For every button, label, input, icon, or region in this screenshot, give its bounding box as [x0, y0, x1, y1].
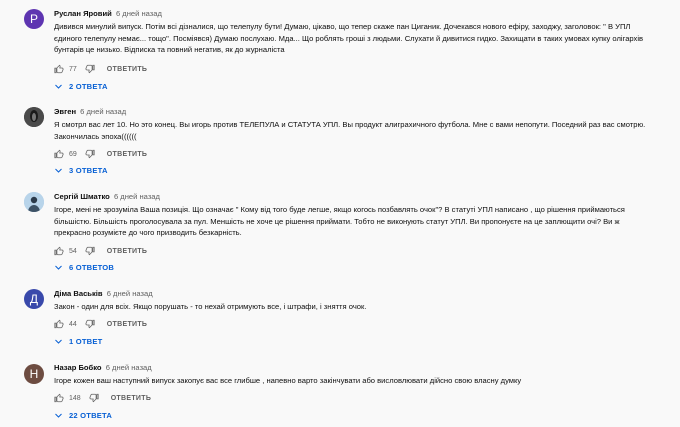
comment-actions: 77 ОТВЕТИТЬ — [54, 63, 147, 75]
thumbs-up-icon[interactable] — [54, 319, 64, 329]
view-replies-button[interactable]: 1 ОТВЕТ — [54, 335, 102, 347]
chevron-down-icon — [55, 413, 62, 418]
view-replies-button[interactable]: 2 ОТВЕТА — [54, 80, 108, 92]
like-count: 148 — [69, 394, 81, 402]
view-replies-button[interactable]: 3 ОТВЕТА — [54, 164, 108, 176]
comment-author[interactable]: Діма Васьків — [54, 289, 103, 298]
reply-button[interactable]: ОТВЕТИТЬ — [111, 395, 151, 402]
reply-button[interactable]: ОТВЕТИТЬ — [107, 321, 147, 328]
comment-body: Эвген 6 дней назад Я смотрл вас лет 10. … — [54, 106, 654, 142]
comment-body: Сергій Шматко 6 дней назад Ігоре, мені н… — [54, 191, 654, 239]
replies-label: 2 ОТВЕТА — [69, 81, 108, 91]
reply-button[interactable]: ОТВЕТИТЬ — [107, 151, 147, 158]
comment-author[interactable]: Сергій Шматко — [54, 192, 110, 201]
like-count: 54 — [69, 247, 77, 255]
like-count: 44 — [69, 320, 77, 328]
comment-author[interactable]: Назар Бобко — [54, 363, 102, 372]
thumbs-down-icon[interactable] — [85, 149, 95, 159]
like-count: 77 — [69, 65, 77, 73]
thumbs-up-icon[interactable] — [54, 246, 64, 256]
chevron-down-icon — [55, 265, 62, 270]
reply-button[interactable]: ОТВЕТИТЬ — [107, 66, 147, 73]
comment-header: Назар Бобко 6 дней назад — [54, 362, 654, 373]
replies-label: 3 ОТВЕТА — [69, 165, 108, 175]
avatar[interactable] — [24, 192, 44, 212]
comment-author[interactable]: Эвген — [54, 107, 76, 116]
comment-actions: 148 ОТВЕТИТЬ — [54, 392, 151, 404]
thumbs-down-icon[interactable] — [85, 319, 95, 329]
avatar[interactable] — [24, 107, 44, 127]
comment-text: Ігоре, мені не зрозуміла Ваша позиція. Щ… — [54, 205, 625, 238]
comment-header: Эвген 6 дней назад — [54, 106, 654, 117]
thumbs-up-icon[interactable] — [54, 149, 64, 159]
avatar-image — [24, 107, 44, 127]
comment-time[interactable]: 6 дней назад — [107, 289, 153, 298]
thumbs-down-icon[interactable] — [85, 64, 95, 74]
comment-text: Я смотрл вас лет 10. Но это конец. Вы иг… — [54, 120, 646, 141]
like-count: 69 — [69, 150, 77, 158]
comment-author[interactable]: Руслан Яровий — [54, 9, 112, 18]
replies-label: 1 ОТВЕТ — [69, 336, 103, 346]
comment-header: Сергій Шматко 6 дней назад — [54, 191, 654, 202]
comment-time[interactable]: 6 дней назад — [116, 9, 162, 18]
comment-time[interactable]: 6 дней назад — [114, 192, 160, 201]
comment-actions: 44 ОТВЕТИТЬ — [54, 318, 147, 330]
view-replies-button[interactable]: 22 ОТВЕТА — [54, 409, 112, 421]
thumbs-down-icon[interactable] — [85, 246, 95, 256]
view-replies-button[interactable]: 6 ОТВЕТОВ — [54, 261, 114, 273]
comment-time[interactable]: 6 дней назад — [80, 107, 126, 116]
avatar[interactable]: Д — [24, 289, 44, 309]
avatar-image — [24, 192, 44, 212]
comment-actions: 54 ОТВЕТИТЬ — [54, 245, 147, 257]
reply-button[interactable]: ОТВЕТИТЬ — [107, 248, 147, 255]
comment-header: Діма Васьків 6 дней назад — [54, 288, 654, 299]
thumbs-up-icon[interactable] — [54, 64, 64, 74]
avatar[interactable]: Н — [24, 364, 44, 384]
comment-body: Руслан Яровий 6 дней назад Дивився минул… — [54, 8, 654, 56]
chevron-down-icon — [55, 339, 62, 344]
comment-actions: 69 ОТВЕТИТЬ — [54, 148, 147, 160]
comment-time[interactable]: 6 дней назад — [106, 363, 152, 372]
avatar[interactable]: Р — [24, 9, 44, 29]
comment-text: Закон - один для всіх. Якщо порушать - т… — [54, 302, 367, 311]
thumbs-up-icon[interactable] — [54, 393, 64, 403]
comment-body: Діма Васьків 6 дней назад Закон - один д… — [54, 288, 654, 313]
comment-header: Руслан Яровий 6 дней назад — [54, 8, 654, 19]
chevron-down-icon — [55, 168, 62, 173]
chevron-down-icon — [55, 84, 62, 89]
comment-text: Дивився минулий випуск. Потім всі дізнал… — [54, 22, 644, 55]
replies-label: 22 ОТВЕТА — [69, 410, 113, 420]
thumbs-down-icon[interactable] — [89, 393, 99, 403]
replies-label: 6 ОТВЕТОВ — [69, 262, 115, 272]
comment-body: Назар Бобко 6 дней назад Ігоре кожен ваш… — [54, 362, 654, 387]
comment-text: Ігоре кожен ваш наступний випуск закопує… — [54, 376, 522, 385]
